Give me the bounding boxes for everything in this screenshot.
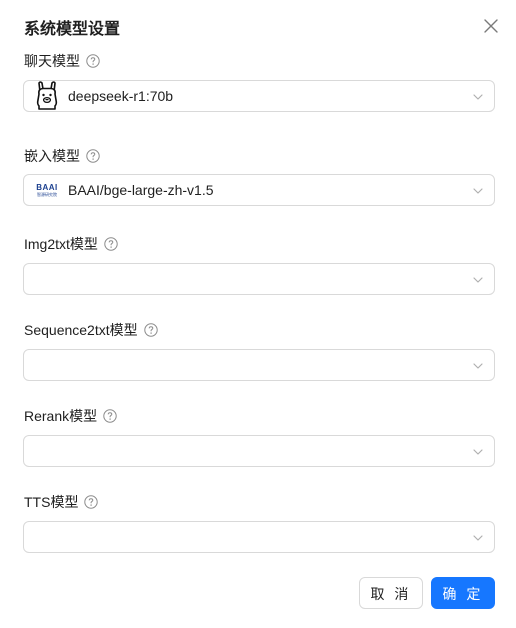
- chevron-down-icon: [473, 277, 483, 283]
- baai-logo-icon: BAAI 智源研究院: [36, 183, 58, 197]
- tts-model-label: TTS模型: [24, 492, 99, 512]
- chevron-down-icon: [473, 188, 483, 194]
- chat-model-label: 聊天模型: [24, 51, 100, 71]
- sequence2txt-model-label-text: Sequence2txt模型: [24, 322, 138, 338]
- embedding-model-label-text: 嵌入模型: [24, 148, 80, 164]
- close-icon[interactable]: [481, 16, 501, 36]
- embedding-model-value: BAAI/bge-large-zh-v1.5: [68, 182, 214, 198]
- tts-model-select[interactable]: [23, 521, 495, 553]
- help-icon[interactable]: [86, 149, 100, 163]
- chat-model-label-text: 聊天模型: [24, 53, 80, 69]
- img2txt-model-label: Img2txt模型: [24, 234, 118, 254]
- chevron-down-icon: [473, 94, 483, 100]
- sequence2txt-model-label: Sequence2txt模型: [24, 320, 158, 340]
- ollama-llama-icon: [36, 81, 58, 110]
- ok-button[interactable]: 确 定: [431, 577, 495, 609]
- embedding-model-select[interactable]: BAAI 智源研究院 BAAI/bge-large-zh-v1.5: [23, 174, 495, 206]
- rerank-model-label-text: Rerank模型: [24, 408, 98, 424]
- embedding-model-label: 嵌入模型: [24, 146, 100, 166]
- tts-model-label-text: TTS模型: [24, 494, 79, 510]
- chevron-down-icon: [473, 449, 483, 455]
- help-icon[interactable]: [143, 323, 158, 337]
- help-icon[interactable]: [84, 495, 99, 509]
- cancel-button[interactable]: 取 消: [359, 577, 423, 609]
- rerank-model-select[interactable]: [23, 435, 495, 467]
- img2txt-model-label-text: Img2txt模型: [24, 236, 98, 252]
- svg-text:BAAI: BAAI: [36, 183, 58, 192]
- help-icon[interactable]: [103, 409, 117, 423]
- rerank-model-label: Rerank模型: [24, 406, 117, 426]
- system-model-settings-dialog: 系统模型设置 聊天模型 deepseek-r1:70b 嵌入模型 BAAI 智源…: [0, 0, 516, 628]
- help-icon[interactable]: [86, 54, 100, 68]
- chat-model-value: deepseek-r1:70b: [68, 88, 174, 104]
- chevron-down-icon: [473, 535, 483, 541]
- chat-model-select[interactable]: deepseek-r1:70b: [23, 80, 495, 112]
- sequence2txt-model-select[interactable]: [23, 349, 495, 381]
- dialog-title: 系统模型设置: [24, 21, 121, 38]
- chevron-down-icon: [473, 363, 483, 369]
- help-icon[interactable]: [104, 237, 118, 251]
- img2txt-model-select[interactable]: [23, 263, 495, 295]
- svg-text:智源研究院: 智源研究院: [37, 191, 57, 197]
